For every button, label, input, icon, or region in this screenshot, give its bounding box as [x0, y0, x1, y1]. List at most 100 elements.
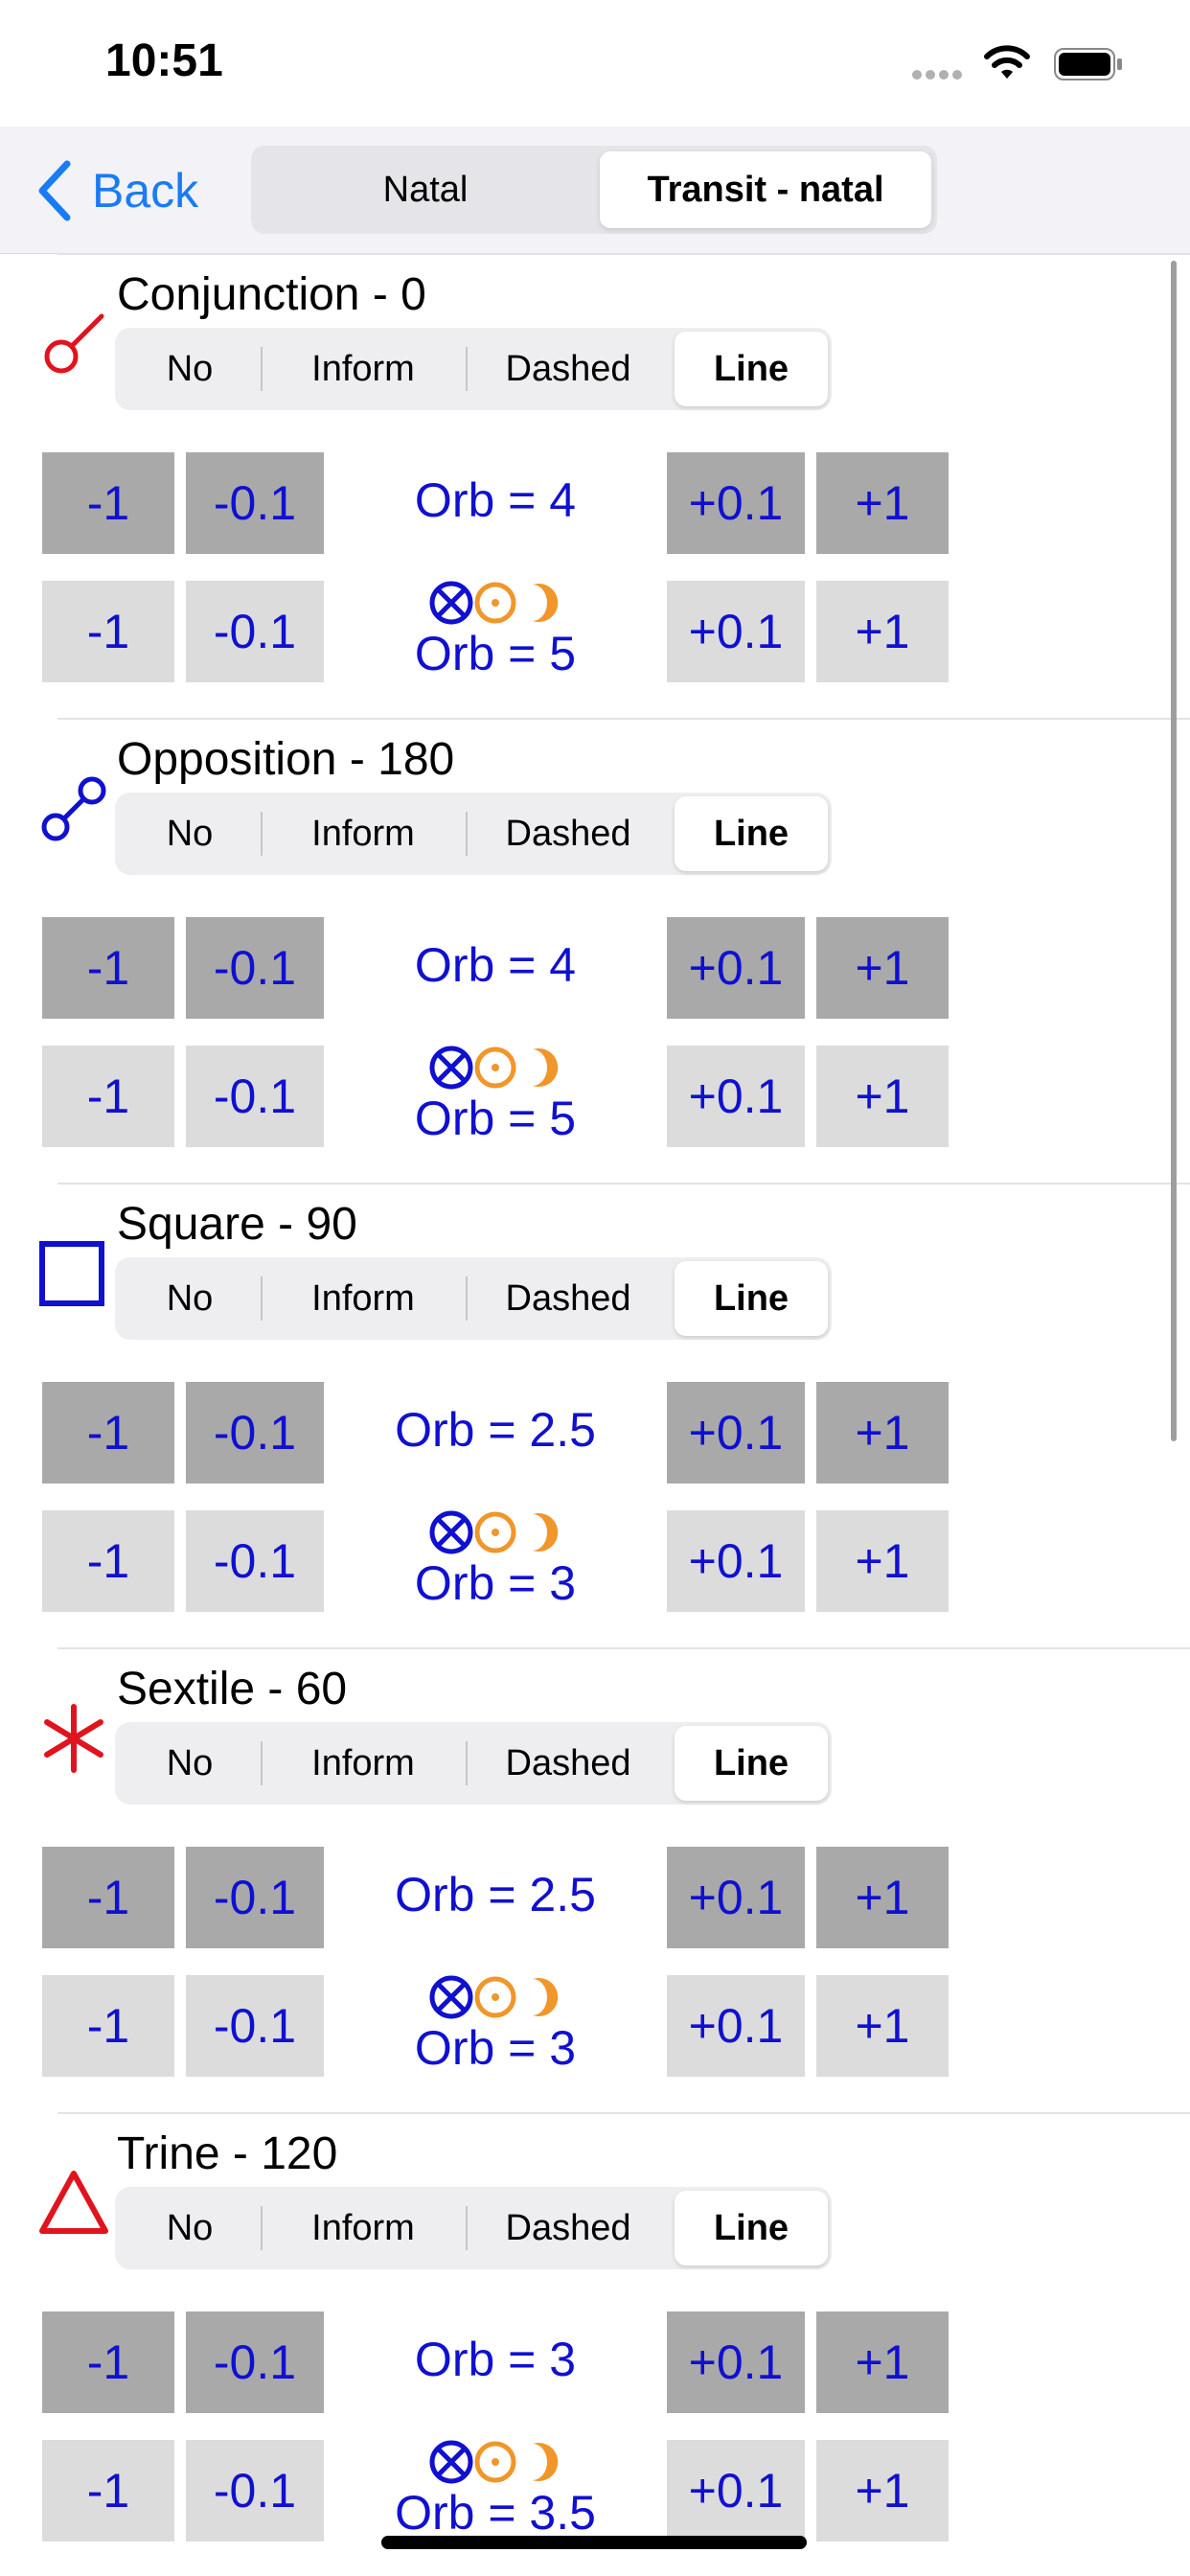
luminaries-orb-plus-1-button[interactable]: +1: [816, 1046, 949, 1147]
option-no[interactable]: No: [119, 332, 261, 406]
tab-transit-natal[interactable]: Transit - natal: [600, 151, 931, 228]
chevron-left-icon: [38, 160, 71, 221]
luminaries-orb-minus-0.1-button[interactable]: -0.1: [186, 1975, 324, 2077]
status-bar: 10:51: [0, 0, 1190, 126]
luminaries-orb-minus-1-button[interactable]: -1: [42, 1046, 174, 1147]
luminaries-orb-value: Orb = 3.5: [395, 2486, 596, 2540]
option-inform[interactable]: Inform: [261, 796, 466, 871]
battery-icon: [1054, 48, 1122, 80]
scrollbar[interactable]: [1171, 261, 1177, 1441]
navigation-bar: Back Natal Transit - natal: [0, 126, 1190, 254]
tab-natal[interactable]: Natal: [257, 151, 594, 228]
aspect-title: Sextile - 60: [117, 1664, 348, 1714]
option-inform[interactable]: Inform: [261, 1261, 466, 1336]
section-divider: [57, 1647, 1190, 1649]
orb-plus-0.1-button[interactable]: +0.1: [667, 917, 805, 1019]
luminaries-orb-plus-0.1-button[interactable]: +0.1: [667, 1975, 805, 2077]
earth-symbol-icon: [429, 1975, 473, 2019]
option-line[interactable]: Line: [675, 1726, 828, 1801]
luminaries-symbols: [324, 1508, 667, 1556]
aspect-title: Square - 90: [117, 1199, 357, 1250]
orb-value: Orb = 2.5: [395, 1868, 596, 1921]
luminaries-orb-minus-1-button[interactable]: -1: [42, 1975, 174, 2077]
luminaries-orb-plus-0.1-button[interactable]: +0.1: [667, 1510, 805, 1612]
luminaries-symbols: [324, 1973, 667, 2021]
orb-plus-1-button[interactable]: +1: [816, 1847, 949, 1948]
option-no[interactable]: No: [119, 2191, 261, 2266]
luminaries-orb-plus-0.1-button[interactable]: +0.1: [667, 581, 805, 682]
earth-symbol-icon: [429, 2440, 473, 2484]
option-dashed[interactable]: Dashed: [466, 2191, 671, 2266]
option-dashed[interactable]: Dashed: [466, 796, 671, 871]
luminaries-orb-minus-0.1-button[interactable]: -0.1: [186, 1046, 324, 1147]
orb-minus-1-button[interactable]: -1: [42, 2312, 174, 2413]
option-line[interactable]: Line: [675, 2191, 828, 2266]
orb-minus-1-button[interactable]: -1: [42, 1847, 174, 1948]
back-label: Back: [92, 164, 199, 218]
orb-plus-0.1-button[interactable]: +0.1: [667, 2312, 805, 2413]
trine-icon: [38, 2168, 109, 2239]
orb-value: Orb = 4: [414, 938, 577, 992]
orb-minus-0.1-button[interactable]: -0.1: [186, 1847, 324, 1948]
display-mode-segmented-control: No Inform Dashed Line: [115, 2187, 832, 2269]
orb-minus-1-button[interactable]: -1: [42, 452, 174, 554]
sun-symbol-icon: [474, 582, 516, 624]
display-mode-segmented-control: No Inform Dashed Line: [115, 1257, 832, 1340]
sun-symbol-icon: [474, 1976, 516, 2018]
luminaries-orb-minus-0.1-button[interactable]: -0.1: [186, 1510, 324, 1612]
orb-plus-0.1-button[interactable]: +0.1: [667, 452, 805, 554]
option-inform[interactable]: Inform: [261, 2191, 466, 2266]
section-divider: [57, 2112, 1190, 2114]
luminaries-orb-minus-1-button[interactable]: -1: [42, 581, 174, 682]
orb-minus-0.1-button[interactable]: -0.1: [186, 2312, 324, 2413]
aspect-section: Trine - 120 No Inform Dashed Line -1 -0.1 Orb =…: [0, 2112, 1190, 2576]
option-line[interactable]: Line: [675, 1261, 828, 1336]
conjunction-icon: [38, 309, 109, 380]
orb-minus-1-button[interactable]: -1: [42, 917, 174, 1019]
option-line[interactable]: Line: [675, 796, 828, 871]
luminaries-orb-value: Orb = 3: [414, 1556, 577, 1610]
option-inform[interactable]: Inform: [261, 332, 466, 406]
orb-plus-1-button[interactable]: +1: [816, 917, 949, 1019]
orb-value: Orb = 2.5: [395, 1403, 596, 1457]
orb-minus-1-button[interactable]: -1: [42, 1382, 174, 1484]
option-dashed[interactable]: Dashed: [466, 332, 671, 406]
luminaries-orb-plus-1-button[interactable]: +1: [816, 581, 949, 682]
orb-minus-0.1-button[interactable]: -0.1: [186, 452, 324, 554]
luminaries-orb-minus-0.1-button[interactable]: -0.1: [186, 2440, 324, 2542]
orb-plus-1-button[interactable]: +1: [816, 1382, 949, 1484]
luminaries-orb-plus-0.1-button[interactable]: +0.1: [667, 2440, 805, 2542]
home-indicator[interactable]: [381, 2536, 807, 2549]
square-icon: [38, 1238, 109, 1309]
luminaries-orb-minus-1-button[interactable]: -1: [42, 2440, 174, 2542]
back-button[interactable]: Back: [34, 157, 198, 224]
orb-minus-0.1-button[interactable]: -0.1: [186, 917, 324, 1019]
display-mode-segmented-control: No Inform Dashed Line: [115, 328, 832, 410]
orb-minus-0.1-button[interactable]: -0.1: [186, 1382, 324, 1484]
luminaries-orb-plus-1-button[interactable]: +1: [816, 1510, 949, 1612]
option-dashed[interactable]: Dashed: [466, 1726, 671, 1801]
luminaries-orb-minus-1-button[interactable]: -1: [42, 1510, 174, 1612]
earth-symbol-icon: [429, 1510, 473, 1554]
sun-symbol-icon: [474, 1511, 516, 1553]
option-no[interactable]: No: [119, 796, 261, 871]
orb-plus-0.1-button[interactable]: +0.1: [667, 1382, 805, 1484]
luminaries-orb-plus-1-button[interactable]: +1: [816, 1975, 949, 2077]
luminaries-orb-minus-0.1-button[interactable]: -0.1: [186, 581, 324, 682]
orb-plus-1-button[interactable]: +1: [816, 452, 949, 554]
orb-plus-0.1-button[interactable]: +0.1: [667, 1847, 805, 1948]
option-inform[interactable]: Inform: [261, 1726, 466, 1801]
earth-symbol-icon: [429, 1046, 473, 1090]
option-dashed[interactable]: Dashed: [466, 1261, 671, 1336]
chart-mode-segmented-control: Natal Transit - natal: [251, 146, 937, 234]
option-line[interactable]: Line: [675, 332, 828, 406]
luminaries-orb-plus-0.1-button[interactable]: +0.1: [667, 1046, 805, 1147]
luminaries-orb-plus-1-button[interactable]: +1: [816, 2440, 949, 2542]
aspect-settings-list[interactable]: Conjunction - 0 No Inform Dashed Line -1 -0.1 O…: [0, 253, 1190, 2576]
aspect-section: Square - 90 No Inform Dashed Line -1 -0.1 Orb =…: [0, 1183, 1190, 1647]
signal-dots-icon: [912, 67, 966, 84]
orb-plus-1-button[interactable]: +1: [816, 2312, 949, 2413]
option-no[interactable]: No: [119, 1261, 261, 1336]
option-no[interactable]: No: [119, 1726, 261, 1801]
section-divider: [57, 253, 1190, 255]
